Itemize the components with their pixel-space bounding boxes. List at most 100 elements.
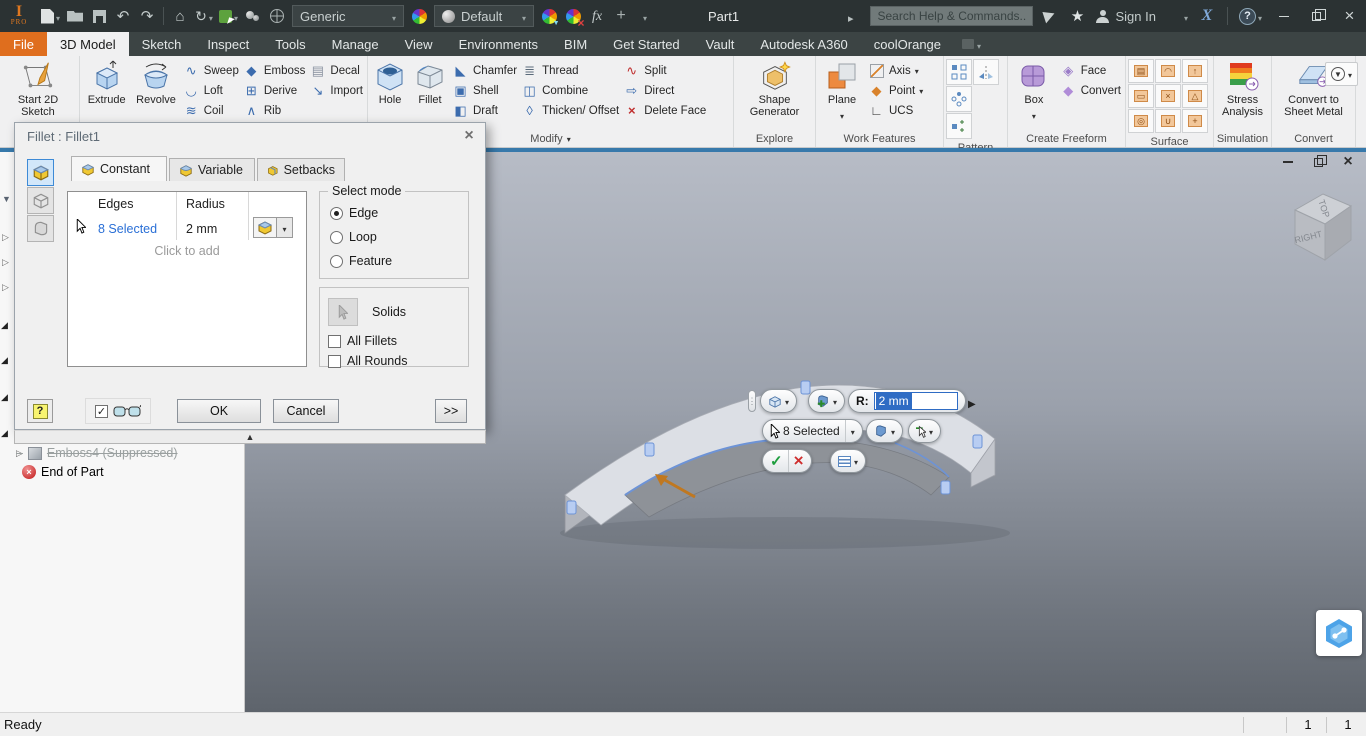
- ok-button[interactable]: OK: [177, 399, 261, 423]
- tab-file[interactable]: File: [0, 32, 47, 56]
- edge-fillet-button[interactable]: [27, 159, 54, 186]
- apply-button[interactable]: [765, 450, 788, 472]
- surface-tool-button[interactable]: ×: [1155, 84, 1181, 108]
- browser-item-emboss4[interactable]: Emboss4 (Suppressed): [16, 446, 178, 460]
- a360-share-widget[interactable]: [1316, 610, 1362, 656]
- circular-pattern-button[interactable]: [946, 86, 972, 112]
- open-button[interactable]: [63, 3, 87, 29]
- cancel-button[interactable]: Cancel: [273, 399, 339, 423]
- doc-restore-button[interactable]: [1306, 154, 1330, 170]
- cancel-button[interactable]: [787, 450, 809, 472]
- plane-button[interactable]: Plane: [818, 57, 866, 124]
- save-button[interactable]: [87, 3, 111, 29]
- surface-tool-button[interactable]: ↑: [1182, 59, 1208, 83]
- browser-item-end-of-part[interactable]: End of Part: [22, 465, 104, 479]
- parameters-button[interactable]: [585, 3, 609, 29]
- thread-button[interactable]: Thread: [519, 61, 621, 80]
- browser-filter-icon[interactable]: [2, 194, 11, 204]
- tab-bim[interactable]: BIM: [551, 32, 600, 56]
- delete-face-button[interactable]: Delete Face: [621, 101, 708, 120]
- hole-button[interactable]: Hole: [370, 57, 410, 106]
- all-rounds-checkbox[interactable]: All Rounds: [328, 354, 407, 368]
- click-to-add-hint[interactable]: Click to add: [68, 244, 306, 258]
- coil-button[interactable]: Coil: [181, 101, 241, 120]
- panel-label-work-features[interactable]: Work Features: [816, 130, 943, 147]
- qat-customize-button[interactable]: [633, 3, 657, 29]
- add-qat-button[interactable]: [609, 3, 633, 29]
- selection-count-button[interactable]: 8 Selected: [765, 420, 845, 442]
- face-fillet-button[interactable]: [27, 187, 54, 214]
- appearance-globe-button[interactable]: [265, 3, 289, 29]
- panel-label-simulation[interactable]: Simulation: [1214, 130, 1271, 147]
- dialog-close-button[interactable]: [459, 126, 479, 146]
- mini-toolbar-grip[interactable]: [748, 390, 756, 412]
- tab-get-started[interactable]: Get Started: [600, 32, 692, 56]
- derive-button[interactable]: Derive: [241, 81, 308, 100]
- redo-button[interactable]: [135, 3, 159, 29]
- shape-generator-button[interactable]: Shape Generator: [740, 57, 810, 118]
- dialog-collapse-handle[interactable]: [14, 430, 486, 444]
- freeform-face-button[interactable]: Face: [1058, 61, 1123, 80]
- appearance-wheel-button[interactable]: [407, 3, 431, 29]
- point-button[interactable]: Point: [866, 81, 925, 100]
- panel-label-explore[interactable]: Explore: [734, 130, 815, 147]
- tab-manage[interactable]: Manage: [319, 32, 392, 56]
- more-options-button[interactable]: >>: [435, 399, 467, 423]
- favorites-button[interactable]: [1065, 3, 1089, 29]
- tree-expand-icon[interactable]: [2, 232, 9, 243]
- appearance-select[interactable]: Default: [434, 5, 535, 27]
- tab-coolorange[interactable]: coolOrange: [861, 32, 954, 56]
- title-expand-button[interactable]: [848, 10, 854, 25]
- tree-expand-icon[interactable]: [16, 448, 23, 459]
- surface-tool-button[interactable]: ◠: [1155, 59, 1181, 83]
- tab-environments[interactable]: Environments: [446, 32, 551, 56]
- draft-button[interactable]: Draft: [450, 101, 519, 120]
- surface-tool-button[interactable]: ▭: [1128, 84, 1154, 108]
- shell-button[interactable]: Shell: [450, 81, 519, 100]
- fillet-shape-dropdown[interactable]: [277, 217, 293, 238]
- axis-button[interactable]: Axis: [866, 61, 925, 80]
- radio-edge[interactable]: Edge: [330, 206, 378, 220]
- sweep-button[interactable]: Sweep: [181, 61, 241, 80]
- new-file-button[interactable]: [38, 3, 63, 29]
- tab-autodesk-a360[interactable]: Autodesk A360: [747, 32, 860, 56]
- rectangular-pattern-button[interactable]: [946, 59, 972, 85]
- radius-value-cell[interactable]: 2 mm: [186, 222, 217, 236]
- tree-collapse-icon[interactable]: [1, 355, 8, 366]
- clear-appearance-button[interactable]: [561, 3, 585, 30]
- surface-tool-button[interactable]: △: [1182, 84, 1208, 108]
- freeform-box-button[interactable]: Box: [1010, 57, 1058, 124]
- all-fillets-checkbox[interactable]: All Fillets: [328, 334, 397, 348]
- doc-minimize-button[interactable]: [1276, 154, 1300, 170]
- surface-tool-button[interactable]: ∪: [1155, 109, 1181, 133]
- revolve-button[interactable]: Revolve: [131, 57, 180, 106]
- tab-sketch[interactable]: Sketch: [129, 32, 195, 56]
- import-button[interactable]: Import: [307, 81, 365, 100]
- ribbon-collapse-button[interactable]: [1324, 62, 1358, 86]
- extrude-button[interactable]: Extrude: [82, 57, 131, 106]
- edges-selected-link[interactable]: 8 Selected: [98, 222, 157, 236]
- add-fillet-button[interactable]: [811, 390, 842, 412]
- tab-3d-model[interactable]: 3D Model: [46, 32, 129, 56]
- thicken-offset-button[interactable]: Thicken/ Offset: [519, 101, 621, 120]
- sign-in-button[interactable]: Sign In: [1093, 3, 1191, 29]
- direct-button[interactable]: Direct: [621, 81, 708, 100]
- surface-tool-button[interactable]: ◎: [1128, 109, 1154, 133]
- stress-analysis-button[interactable]: Stress Analysis: [1217, 57, 1269, 118]
- view-cube[interactable]: TOP RIGHT: [1283, 180, 1359, 266]
- help-button[interactable]: [1236, 3, 1265, 29]
- tab-overflow-button[interactable]: [954, 32, 989, 56]
- tree-collapse-icon[interactable]: [1, 320, 8, 331]
- selection-dropdown-button[interactable]: [844, 420, 860, 442]
- solids-select-button[interactable]: [328, 298, 358, 326]
- tab-inspect[interactable]: Inspect: [194, 32, 262, 56]
- panel-label-surface[interactable]: Surface: [1126, 136, 1213, 148]
- update-button[interactable]: [192, 3, 216, 29]
- dialog-help-button[interactable]: [27, 399, 53, 423]
- emboss-button[interactable]: Emboss: [241, 61, 308, 80]
- radio-loop[interactable]: Loop: [330, 230, 377, 244]
- 3d-part-model[interactable]: [545, 335, 1015, 555]
- radius-spinner-icon[interactable]: [968, 394, 976, 412]
- material-balls-button[interactable]: [241, 3, 265, 29]
- radius-input[interactable]: 2 mm: [873, 392, 958, 410]
